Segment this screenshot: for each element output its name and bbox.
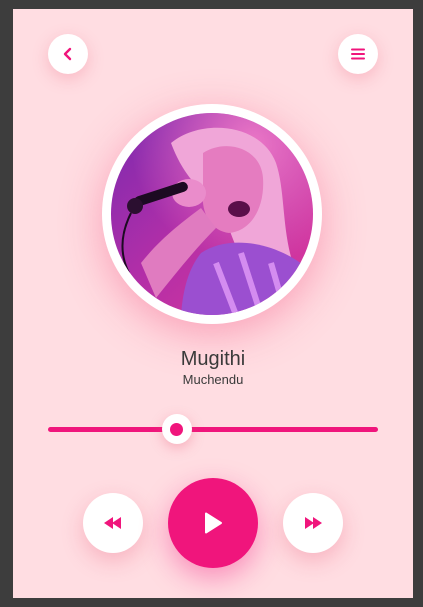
fast-forward-button[interactable] bbox=[283, 493, 343, 553]
back-button[interactable] bbox=[48, 34, 88, 74]
song-artist: Muchendu bbox=[182, 372, 244, 387]
album-cover-art bbox=[111, 113, 313, 315]
rewind-icon bbox=[104, 517, 122, 529]
music-player: Mugithi Muchendu bbox=[13, 9, 413, 598]
menu-button[interactable] bbox=[338, 34, 378, 74]
progress-thumb-dot bbox=[170, 422, 184, 436]
play-button[interactable] bbox=[168, 478, 258, 568]
chevron-left-icon bbox=[62, 47, 74, 61]
progress-slider[interactable] bbox=[48, 414, 378, 444]
play-icon bbox=[203, 512, 223, 534]
fast-forward-icon bbox=[304, 517, 322, 529]
song-title: Mugithi bbox=[180, 348, 246, 370]
album-cover-frame bbox=[102, 104, 322, 324]
hamburger-menu-icon bbox=[351, 48, 365, 60]
rewind-button[interactable] bbox=[83, 493, 143, 553]
progress-slider-thumb[interactable] bbox=[161, 414, 192, 444]
